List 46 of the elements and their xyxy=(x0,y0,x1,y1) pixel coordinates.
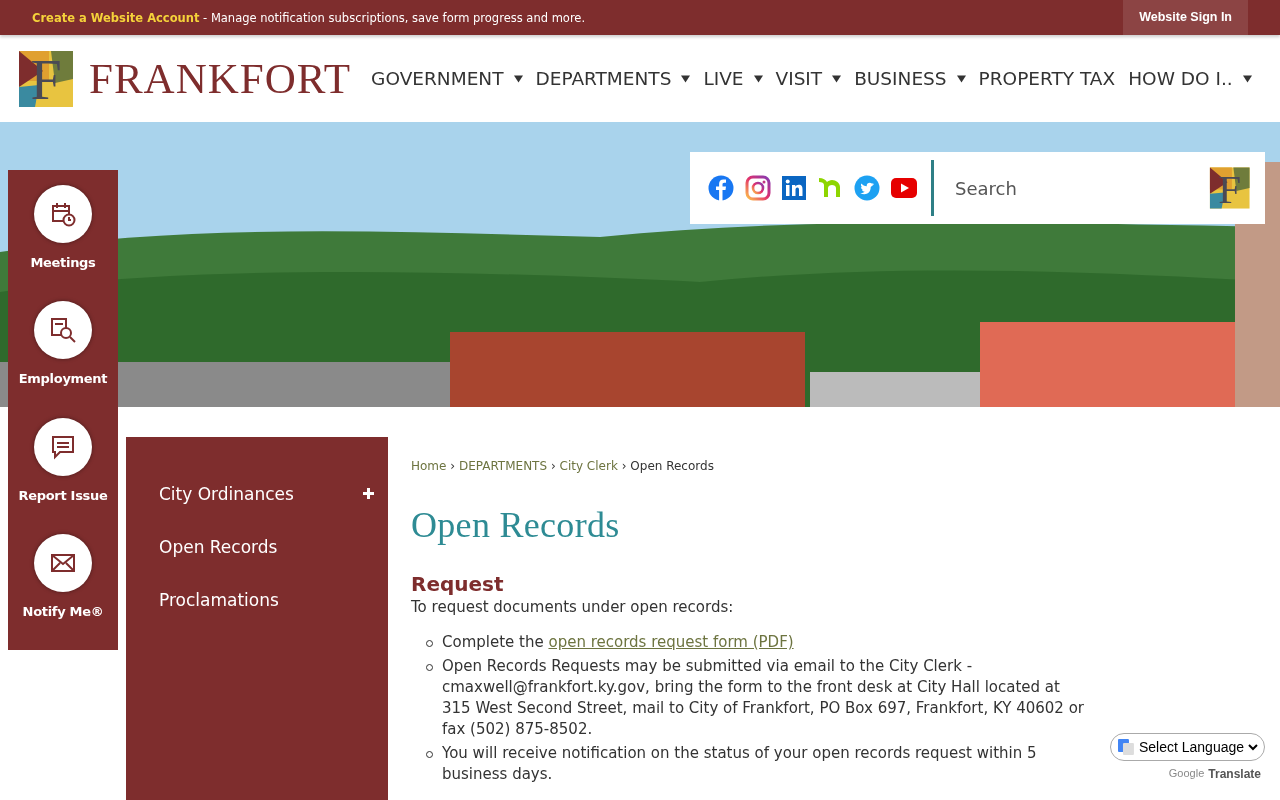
account-promo[interactable]: Create a Website Account - Manage notification subscriptions, save form progress and more. xyxy=(32,10,586,25)
quick-link[interactable]: Employment xyxy=(8,301,118,418)
breadcrumb-separator: › xyxy=(550,459,556,473)
youtube-icon[interactable] xyxy=(891,178,917,198)
nav-item[interactable]: BUSINESS xyxy=(854,68,966,89)
sign-in-link[interactable]: Website Sign In xyxy=(1123,0,1248,35)
section-heading: Request xyxy=(411,572,505,596)
quick-link-icon xyxy=(34,533,92,592)
language-select[interactable]: Select Language xyxy=(1110,733,1265,761)
quick-link-icon xyxy=(34,417,92,476)
city-name[interactable]: FRANKFORT xyxy=(89,54,352,103)
twitter-icon[interactable] xyxy=(854,175,880,201)
instagram-icon[interactable] xyxy=(745,175,771,201)
facebook-icon[interactable] xyxy=(708,175,734,201)
form-link[interactable]: open records request form (PDF) xyxy=(548,633,794,651)
sidebar-item[interactable]: Open Records xyxy=(126,520,388,573)
translate-icon xyxy=(1117,738,1135,756)
intro-text: To request documents under open records: xyxy=(411,598,735,616)
sidebar-item[interactable]: Proclamations xyxy=(126,573,388,626)
list-item: Open Records Requests may be submitted via email to the City Clerk - cmaxwell@frankfort.ky.gov, bring the form to the front desk at City Hall located at 315 West Second Street, mail to City of Frankfort, PO Box 697, Frankfort, KY 40602 or fax (502) 875-8502. xyxy=(442,656,1086,740)
breadcrumb-separator: › xyxy=(450,459,456,473)
quick-link[interactable]: Report Issue xyxy=(8,417,118,534)
list-item: Complete the open records request form (PDF) xyxy=(442,632,794,653)
chevron-icon xyxy=(1248,743,1258,751)
nav-item[interactable]: PROPERTY TAX xyxy=(978,68,1116,89)
quick-link[interactable]: Meetings xyxy=(8,185,118,302)
nav-item[interactable]: VISIT xyxy=(775,68,842,89)
nav-item[interactable]: GOVERNMENT xyxy=(371,68,523,89)
plus-icon[interactable] xyxy=(363,488,374,499)
linkedin-icon[interactable] xyxy=(782,176,806,200)
list-item: You will receive notification on the status of your open records request within 5 business days. xyxy=(442,743,1038,785)
nav-item[interactable]: DEPARTMENTS xyxy=(535,68,691,89)
page-title: Open Records xyxy=(411,504,621,546)
quick-link[interactable]: Notify Me® xyxy=(8,533,118,650)
sidebar-item[interactable]: City Ordinances xyxy=(126,467,388,520)
nav-item[interactable]: HOW DO I.. xyxy=(1128,68,1252,89)
breadcrumb-link[interactable]: DEPARTMENTS xyxy=(458,459,548,473)
breadcrumb-separator: › xyxy=(621,459,627,473)
translate-label: Translate xyxy=(1208,767,1261,781)
google-brand: Google xyxy=(1168,767,1205,781)
breadcrumb-link[interactable]: Home xyxy=(411,459,447,473)
breadcrumb-current: Open Records xyxy=(630,459,714,473)
breadcrumb-link[interactable]: City Clerk xyxy=(559,459,618,473)
quick-link-icon xyxy=(34,185,92,243)
quick-link-icon xyxy=(34,301,92,360)
nav-item[interactable]: LIVE xyxy=(703,68,763,89)
